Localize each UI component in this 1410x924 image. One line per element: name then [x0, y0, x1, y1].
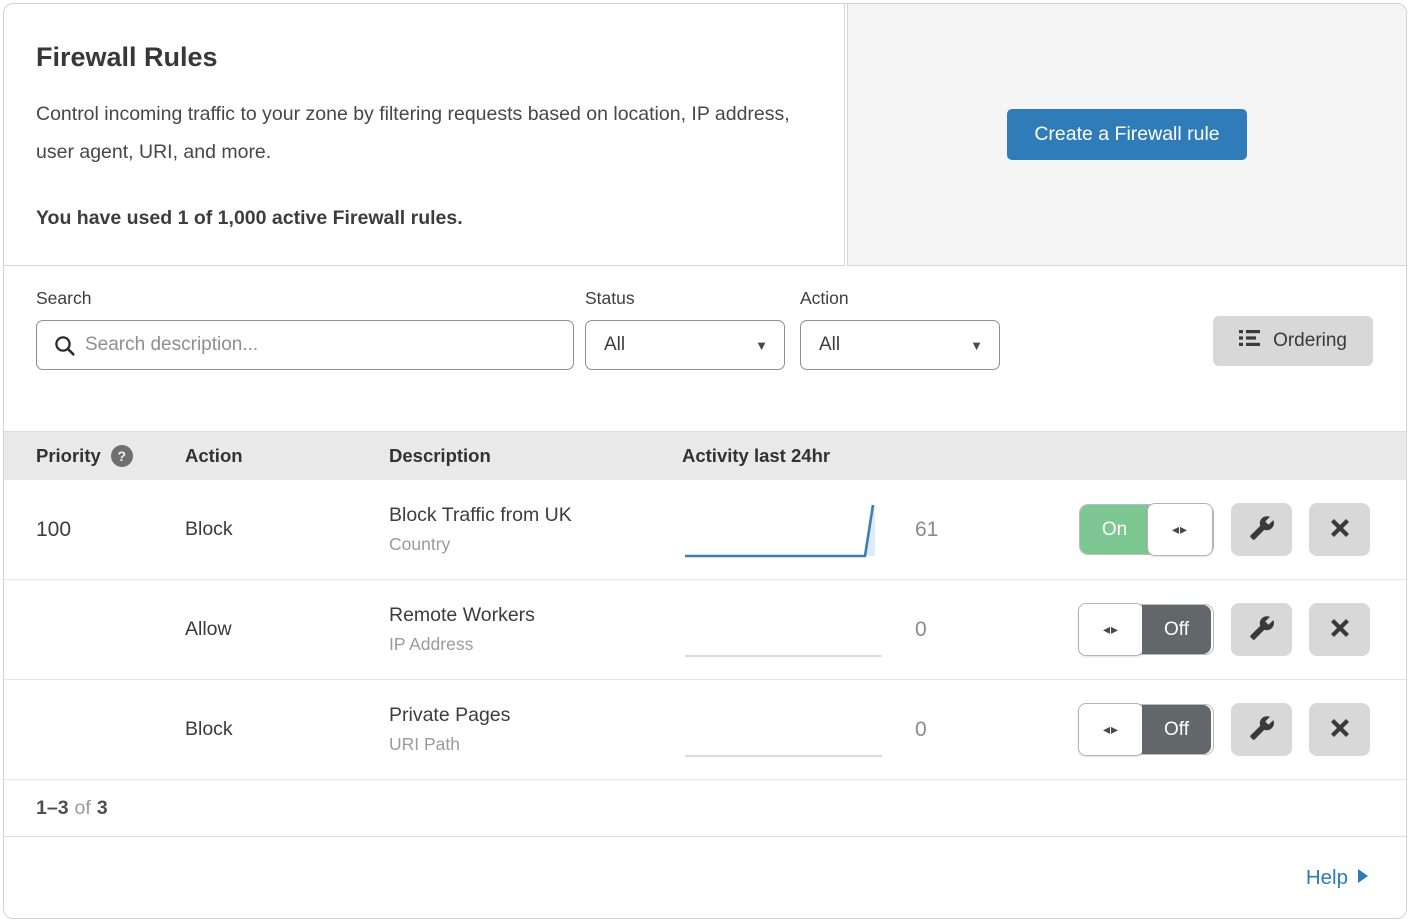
search-group: Search	[36, 288, 574, 370]
rule-description: Private Pages	[389, 704, 682, 727]
rule-priority: 100	[36, 518, 71, 542]
action-selected-value: All	[819, 334, 840, 356]
action-filter-group: Action All ▼	[800, 288, 1000, 370]
activity-count: 0	[915, 618, 927, 642]
action-select[interactable]: All ▼	[800, 320, 1000, 370]
activity-count: 61	[915, 518, 938, 542]
edit-rule-button[interactable]	[1231, 503, 1292, 556]
chevron-down-icon: ▼	[970, 338, 983, 353]
search-label: Search	[36, 288, 574, 309]
close-icon	[1328, 716, 1352, 743]
close-icon	[1328, 516, 1352, 543]
create-rule-panel: Create a Firewall rule	[847, 4, 1406, 266]
activity-count: 0	[915, 718, 927, 742]
wrench-icon	[1249, 715, 1275, 744]
table-row: Allow Remote Workers IP Address 0 ◂▸ Off	[4, 580, 1406, 680]
wrench-icon	[1249, 615, 1275, 644]
rule-description: Remote Workers	[389, 604, 682, 627]
create-firewall-rule-button[interactable]: Create a Firewall rule	[1007, 109, 1246, 160]
status-select[interactable]: All ▼	[585, 320, 785, 370]
rule-action: Allow	[185, 618, 232, 640]
wrench-icon	[1249, 515, 1275, 544]
pagination-of: of	[75, 797, 91, 820]
edit-rule-button[interactable]	[1231, 603, 1292, 656]
rule-type: Country	[389, 534, 682, 555]
rule-enabled-toggle[interactable]: ◂▸ Off	[1079, 704, 1214, 755]
column-description: Description	[389, 445, 682, 467]
activity-sparkline	[682, 499, 887, 561]
close-icon	[1328, 616, 1352, 643]
column-priority: Priority	[36, 445, 101, 467]
rule-description: Block Traffic from UK	[389, 504, 682, 527]
table-header: Priority ? Action Description Activity l…	[4, 431, 1406, 480]
rule-action: Block	[185, 718, 233, 740]
action-label: Action	[800, 288, 1000, 309]
search-input[interactable]	[85, 334, 545, 356]
delete-rule-button[interactable]	[1309, 703, 1370, 756]
usage-note: You have used 1 of 1,000 active Firewall…	[36, 207, 810, 230]
activity-sparkline	[682, 599, 887, 661]
help-arrow-icon	[1357, 866, 1369, 890]
search-icon	[53, 334, 77, 363]
search-box	[36, 320, 574, 370]
edit-rule-button[interactable]	[1231, 703, 1292, 756]
chevron-down-icon: ▼	[755, 338, 768, 353]
toggle-off-label: Off	[1142, 605, 1211, 654]
priority-help-icon[interactable]: ?	[111, 445, 133, 467]
delete-rule-button[interactable]	[1309, 503, 1370, 556]
table-row: 100 Block Block Traffic from UK Country …	[4, 480, 1406, 580]
toggle-knob[interactable]: ◂▸	[1078, 703, 1144, 756]
toggle-on-label: On	[1080, 505, 1149, 554]
ordering-button-label: Ordering	[1273, 330, 1347, 352]
column-activity: Activity last 24hr	[682, 445, 1058, 467]
column-action: Action	[185, 445, 389, 467]
pagination-total: 3	[97, 797, 108, 820]
delete-rule-button[interactable]	[1309, 603, 1370, 656]
toggle-knob[interactable]: ◂▸	[1147, 503, 1213, 556]
pagination-bar: 1–3 of 3	[4, 780, 1406, 837]
page-title: Firewall Rules	[36, 42, 810, 73]
rule-type: IP Address	[389, 634, 682, 655]
ordering-button[interactable]: Ordering	[1213, 316, 1373, 366]
help-link[interactable]: Help	[1306, 866, 1369, 890]
filter-bar: Search Status All ▼ Action All ▼	[4, 266, 1406, 431]
help-link-label: Help	[1306, 866, 1348, 890]
pagination-range: 1–3	[36, 797, 69, 820]
header-text-block: Firewall Rules Control incoming traffic …	[4, 4, 845, 266]
rule-enabled-toggle[interactable]: ◂▸ Off	[1079, 604, 1214, 655]
toggle-knob[interactable]: ◂▸	[1078, 603, 1144, 656]
ordering-list-icon	[1239, 329, 1260, 353]
toggle-off-label: Off	[1142, 705, 1211, 754]
table-row: Block Private Pages URI Path 0 ◂▸ Off	[4, 680, 1406, 780]
rule-enabled-toggle[interactable]: On ◂▸	[1079, 504, 1214, 555]
rule-type: URI Path	[389, 734, 682, 755]
status-label: Status	[585, 288, 785, 309]
status-filter-group: Status All ▼	[585, 288, 785, 370]
page-description: Control incoming traffic to your zone by…	[36, 95, 806, 171]
firewall-rules-panel: Firewall Rules Control incoming traffic …	[3, 3, 1407, 919]
header-section: Firewall Rules Control incoming traffic …	[4, 4, 1406, 266]
help-footer: Help	[4, 837, 1406, 918]
activity-sparkline	[682, 699, 887, 761]
rule-action: Block	[185, 518, 233, 540]
status-selected-value: All	[604, 334, 625, 356]
